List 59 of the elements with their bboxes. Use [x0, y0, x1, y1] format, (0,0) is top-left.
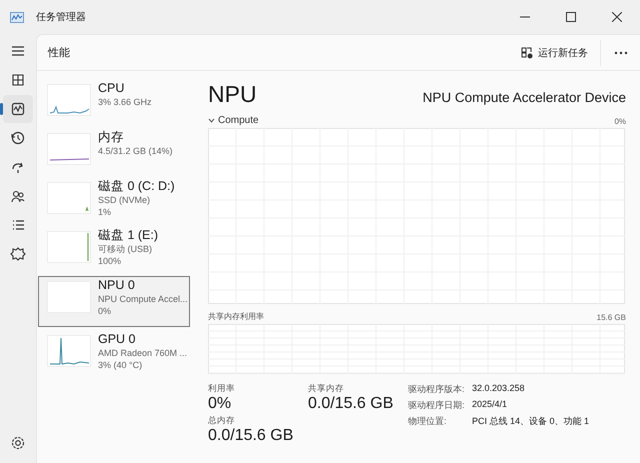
more-icon	[614, 50, 628, 54]
stat-value: 0.0/15.6 GB	[308, 395, 394, 413]
device-list-item[interactable]: NPU 0 NPU Compute Accel... 0%	[38, 276, 190, 327]
window-title: 任务管理器	[36, 11, 87, 24]
device-detail: 1%	[98, 206, 112, 218]
run-new-task-button[interactable]: 运行新任务	[513, 42, 596, 64]
device-detail: NPU Compute Accel...	[98, 293, 188, 305]
info-label: 物理位置:	[408, 415, 448, 428]
device-name: NPU 0	[98, 277, 136, 293]
settings-icon	[9, 434, 27, 452]
device-list-item[interactable]: 磁盘 0 (C: D:) SSD (NVMe) 1%	[38, 178, 190, 223]
chevron-down-icon[interactable]	[208, 117, 215, 124]
device-name: GPU 0	[98, 331, 137, 347]
device-detail: 100%	[98, 255, 122, 267]
graph-max-value: 15.6 GB	[596, 313, 626, 322]
performance-icon	[9, 100, 27, 118]
stat-value: 0.0/15.6 GB	[208, 427, 294, 445]
history-icon	[9, 129, 27, 147]
stat-label: 共享内存	[308, 383, 345, 395]
stat-value: 0%	[208, 395, 232, 413]
close-icon	[612, 12, 622, 22]
usage-sparkline-drawing	[47, 84, 91, 116]
page-title: 性能	[48, 46, 71, 60]
device-detail: 0%	[98, 305, 112, 317]
info-value: 32.0.203.258	[472, 383, 526, 395]
device-detail: 可移动 (USB)	[98, 243, 153, 255]
device-name: 磁盘 1 (E:)	[98, 227, 158, 243]
stat-label: 总内存	[208, 415, 236, 427]
usage-sparkline-drawing	[47, 231, 91, 263]
device-detail: AMD Radeon 760M ...	[98, 347, 188, 359]
device-name: 内存	[98, 129, 125, 145]
graph-label: 共享内存利用率	[208, 311, 264, 322]
usage-sparkline-drawing	[47, 335, 91, 367]
device-list-item[interactable]: 磁盘 1 (E:) 可移动 (USB) 100%	[38, 227, 190, 272]
device-title: NPU	[208, 81, 257, 108]
info-value: 2025/4/1	[472, 399, 508, 411]
performance-nav-button[interactable]	[3, 95, 33, 123]
stat-label: 利用率	[208, 383, 236, 395]
device-detail: 3% 3.66 GHz	[98, 96, 152, 108]
info-label: 驱动程序日期:	[408, 399, 466, 412]
device-full-name: NPU Compute Accelerator Device	[422, 90, 626, 105]
run-task-icon	[521, 46, 533, 58]
device-detail: SSD (NVMe)	[98, 194, 152, 206]
device-name: 磁盘 0 (C: D:)	[98, 178, 175, 194]
info-label: 驱动程序版本:	[408, 383, 466, 396]
device-list-item[interactable]: CPU 3% 3.66 GHz	[38, 80, 190, 125]
maximize-icon	[566, 12, 576, 22]
usage-sparkline-drawing	[47, 182, 91, 214]
device-detail: 3% (40 °C)	[98, 359, 144, 371]
device-list-item[interactable]: GPU 0 AMD Radeon 760M ... 3% (40 °C)	[38, 331, 190, 376]
graph-label: Compute	[218, 115, 259, 126]
usage-sparkline-drawing	[47, 133, 91, 165]
graph-max-value: 0%	[614, 117, 626, 126]
info-value: PCI 总线 14、设备 0、功能 1	[472, 415, 590, 428]
device-name: CPU	[98, 80, 126, 96]
services-icon	[9, 245, 27, 263]
app-icon	[10, 12, 24, 22]
device-detail: 4.5/31.2 GB (14%)	[98, 145, 173, 157]
device-list-item[interactable]: 内存 4.5/31.2 GB (14%)	[38, 129, 190, 174]
